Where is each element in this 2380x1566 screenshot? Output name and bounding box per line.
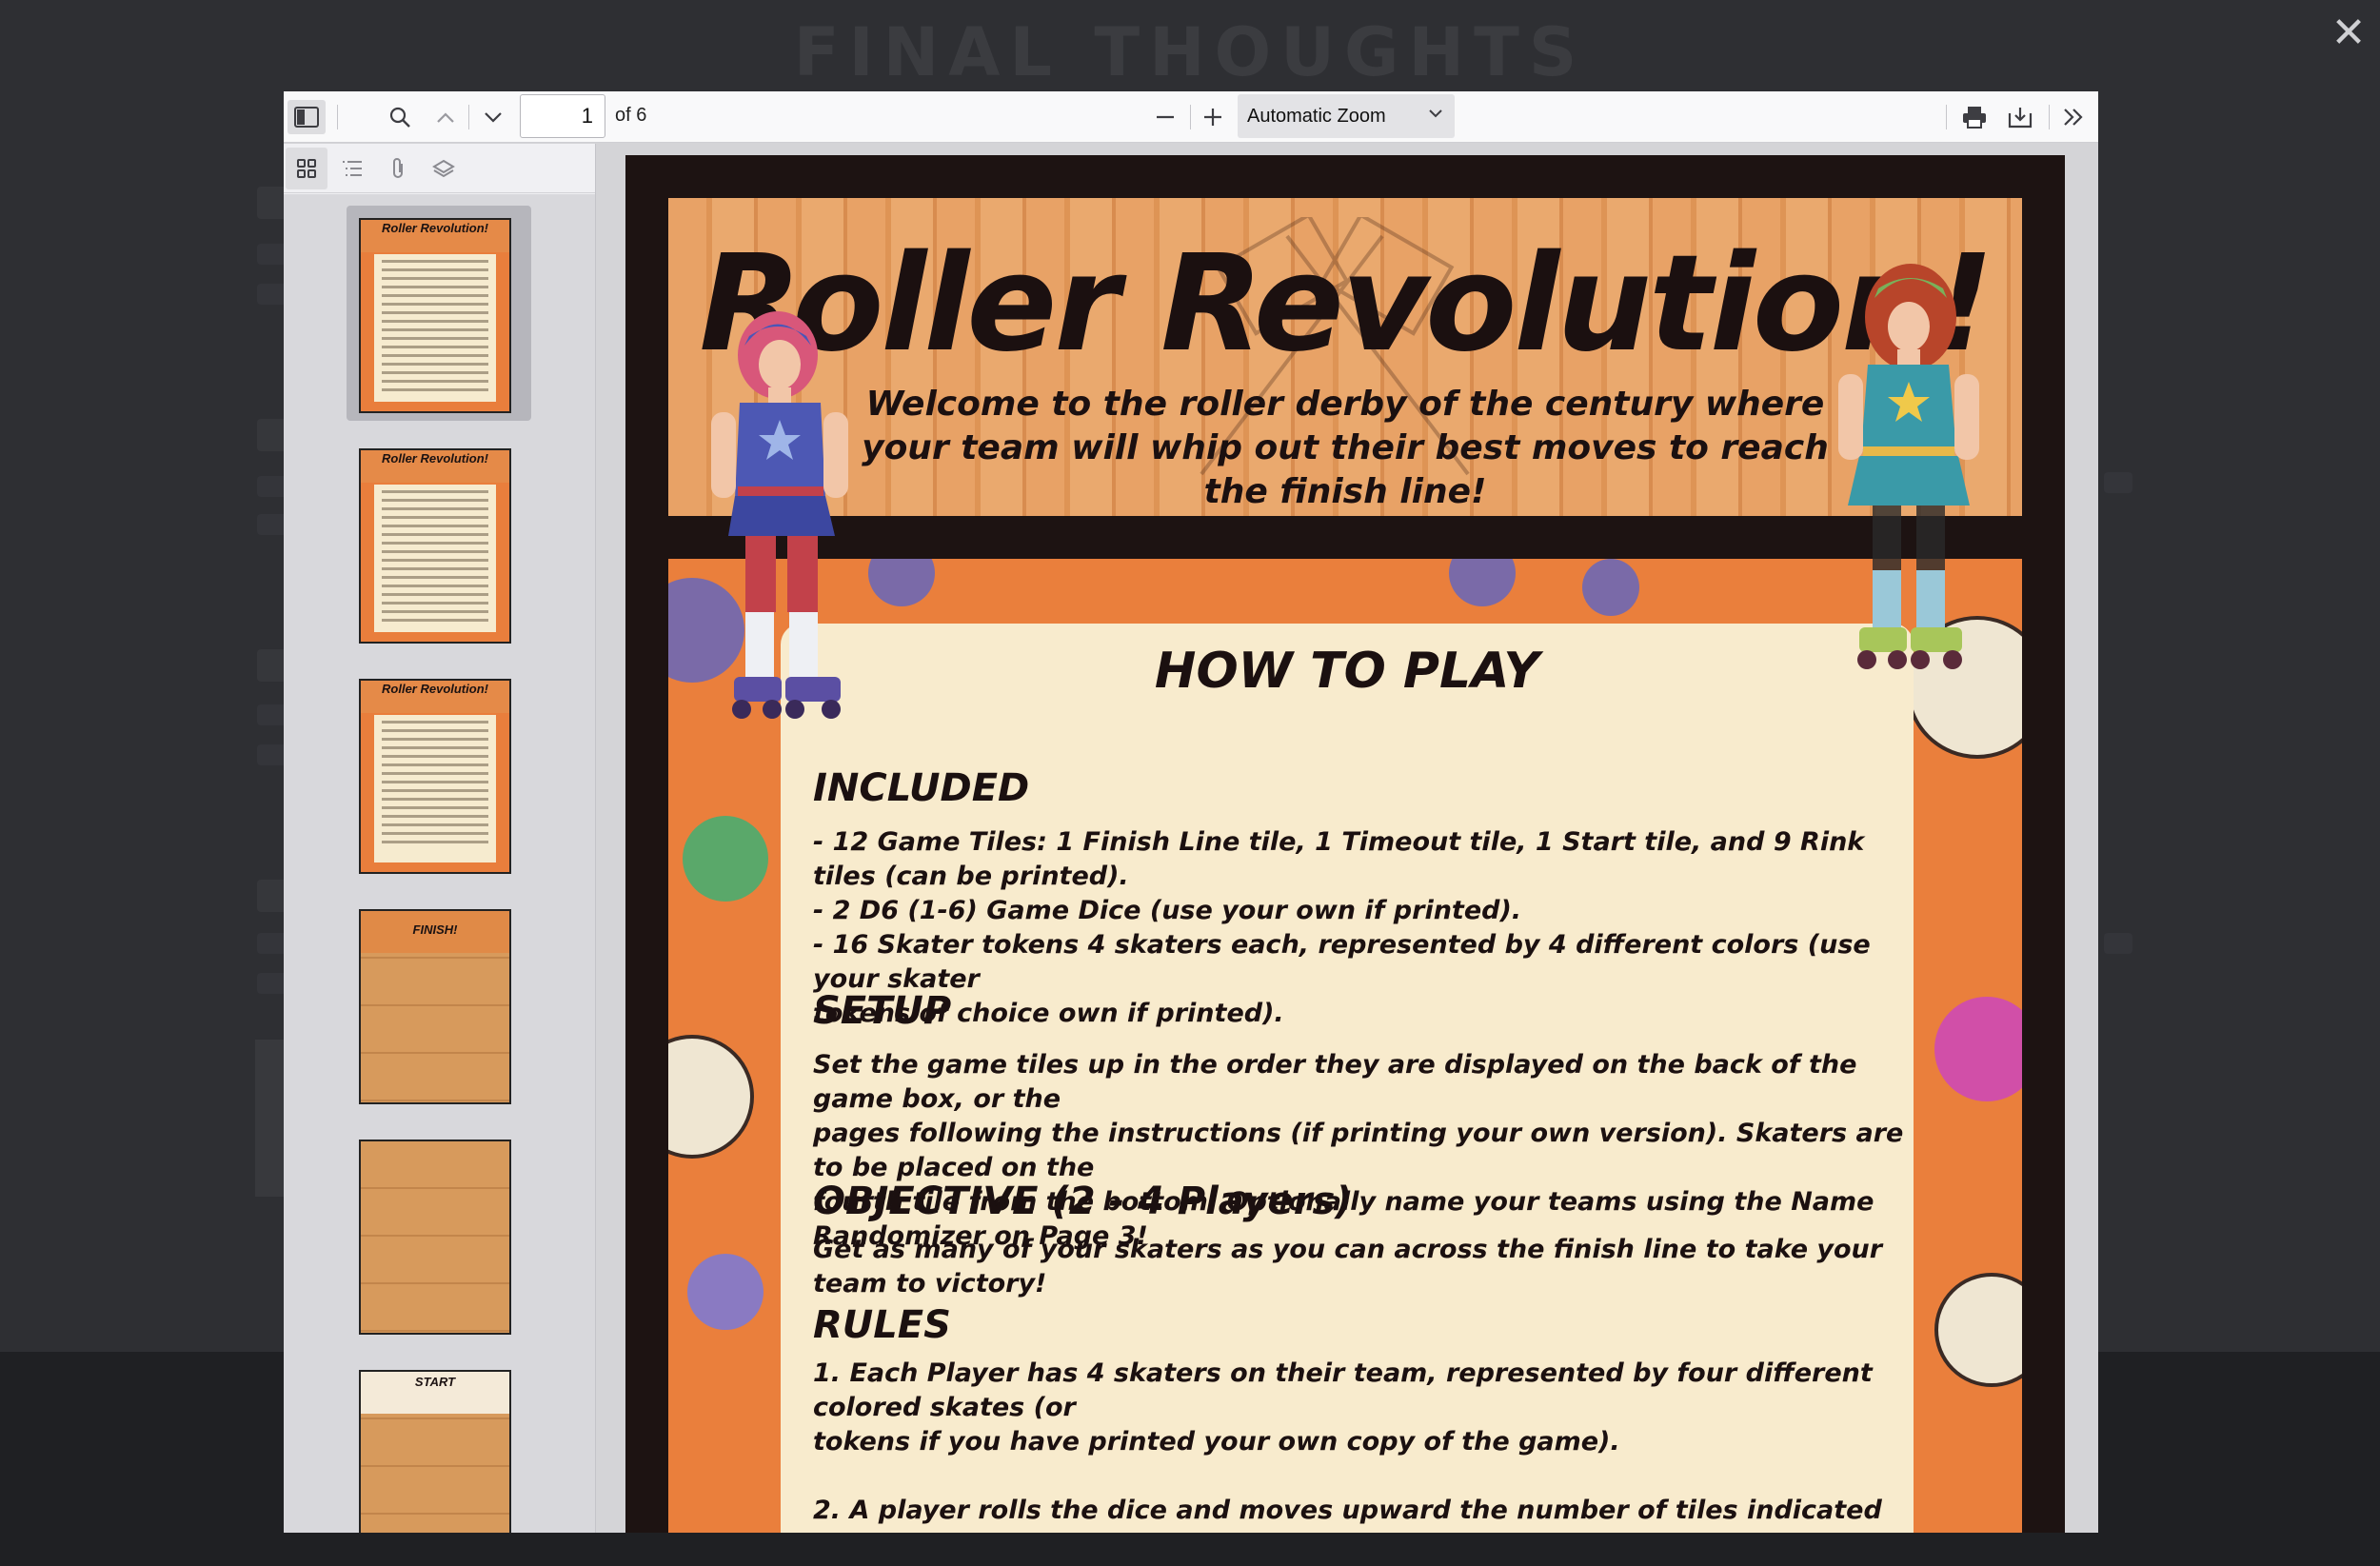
wheel-decoration (683, 816, 768, 902)
included-heading: INCLUDED (813, 766, 1030, 810)
list-icon (343, 161, 362, 176)
page-number-input[interactable] (520, 94, 605, 138)
layers-view-button[interactable] (423, 148, 465, 189)
skater-illustration-left (711, 311, 848, 719)
minus-icon (1157, 115, 1174, 119)
attachments-view-button[interactable] (377, 148, 419, 189)
wheel-decoration (868, 559, 935, 606)
setup-heading: SETUP (813, 989, 952, 1033)
sidebar-toggle-icon (294, 107, 319, 128)
next-page-button[interactable] (474, 100, 512, 134)
thumbnail-image (359, 1140, 511, 1335)
toolbar-separator (1190, 105, 1191, 129)
plus-icon (1204, 109, 1221, 126)
page-thumbnail-5[interactable] (347, 1127, 531, 1342)
page-thumbnail-6[interactable]: START (347, 1358, 531, 1533)
chevron-down-icon (1429, 109, 1442, 118)
thumbnails-view-button[interactable] (286, 148, 327, 189)
viewer-toolbar: of 6 Automatic Zoom (284, 91, 2098, 143)
download-button[interactable] (2001, 100, 2039, 134)
wheel-decoration (687, 1254, 764, 1330)
objective-text: Get as many of your skaters as you can a… (813, 1235, 1883, 1298)
toolbar-separator (337, 105, 338, 129)
grid-icon (297, 159, 316, 178)
how-to-play-heading: HOW TO PLAY (1154, 643, 1540, 700)
search-icon (389, 107, 410, 128)
thumbnail-list: Roller Revolution! Roller Revolution! Ro… (284, 194, 595, 1533)
chevron-down-icon (485, 112, 502, 123)
sidebar-view-tabs (284, 144, 595, 193)
toggle-sidebar-button[interactable] (288, 100, 326, 134)
layers-icon (432, 159, 455, 178)
page-thumbnail-2[interactable]: Roller Revolution! (347, 436, 531, 651)
how-to-play-card: HOW TO PLAY INCLUDED - 12 Game Tiles: 1 … (781, 624, 1914, 1533)
thumbnail-image: Roller Revolution! (359, 679, 511, 874)
background-heading: FINAL THOUGHTS (793, 13, 1587, 91)
thumbnail-image: FINISH! (359, 909, 511, 1104)
background-blurred-text (2104, 472, 2132, 493)
rules-text: 1. Each Player has 4 skaters on their te… (813, 1358, 1882, 1533)
skater-illustration-right (1838, 264, 1979, 669)
pdf-viewer: of 6 Automatic Zoom (284, 91, 2098, 1533)
print-button[interactable] (1955, 100, 1993, 134)
page-thumbnail-3[interactable]: Roller Revolution! (347, 666, 531, 882)
wheel-decoration (1582, 559, 1639, 616)
thumbnail-content (374, 254, 496, 402)
document-subtitle: Welcome to the roller derby of the centu… (862, 385, 1829, 511)
thumbnail-image: START (359, 1370, 511, 1533)
tools-menu-button[interactable] (2054, 100, 2092, 134)
included-text: - 12 Game Tiles: 1 Finish Line tile, 1 T… (813, 827, 1871, 1028)
close-icon: ✕ (2330, 9, 2367, 57)
page-thumbnail-4[interactable]: FINISH! (347, 897, 531, 1112)
thumbnail-image: Roller Revolution! (359, 218, 511, 413)
rules-heading: RULES (813, 1303, 951, 1347)
skate-decoration (1934, 1273, 2022, 1387)
download-icon (2008, 108, 2033, 129)
thumbnail-title: Roller Revolution! (361, 450, 509, 483)
thumbnail-content (374, 485, 496, 632)
wheel-decoration (1449, 559, 1516, 606)
thumbnail-title: Roller Revolution! (361, 681, 509, 713)
zoom-out-button[interactable] (1146, 100, 1184, 134)
thumbnail-image: Roller Revolution! (359, 448, 511, 644)
toolbar-separator (1946, 105, 1947, 129)
document-viewport[interactable]: Roller Revolution! Welcome to the roller… (597, 144, 2098, 1533)
thumbnail-title: Roller Revolution! (361, 220, 509, 252)
double-chevron-right-icon (2064, 109, 2083, 126)
find-button[interactable] (381, 100, 419, 134)
thumbnail-title: START (361, 1372, 509, 1414)
pdf-page-1: Roller Revolution! Welcome to the roller… (625, 155, 2065, 1533)
thumbnail-title: FINISH! (361, 911, 509, 953)
chevron-up-icon (437, 112, 454, 123)
zoom-select[interactable]: Automatic Zoom (1238, 94, 1455, 138)
objective-heading: OBJECTIVE (2 - 4 Players) (813, 1179, 1353, 1223)
zoom-select-value: Automatic Zoom (1247, 106, 1386, 127)
wheel-decoration (1934, 997, 2022, 1101)
printer-icon (1963, 107, 1986, 129)
zoom-in-button[interactable] (1194, 100, 1232, 134)
close-lightbox-button[interactable]: ✕ (2325, 10, 2372, 57)
thumbnail-content (374, 715, 496, 862)
page-thumbnail-1[interactable]: Roller Revolution! (347, 206, 531, 421)
skate-decoration (668, 1035, 754, 1159)
toolbar-separator (2049, 105, 2050, 129)
thumbnail-sidebar: Roller Revolution! Roller Revolution! Ro… (284, 144, 596, 1533)
background-blurred-text (2104, 933, 2132, 954)
previous-page-button[interactable] (426, 100, 465, 134)
paperclip-icon (393, 158, 403, 178)
toolbar-separator (468, 105, 469, 129)
outline-view-button[interactable] (331, 148, 373, 189)
page-count-label: of 6 (615, 105, 647, 126)
